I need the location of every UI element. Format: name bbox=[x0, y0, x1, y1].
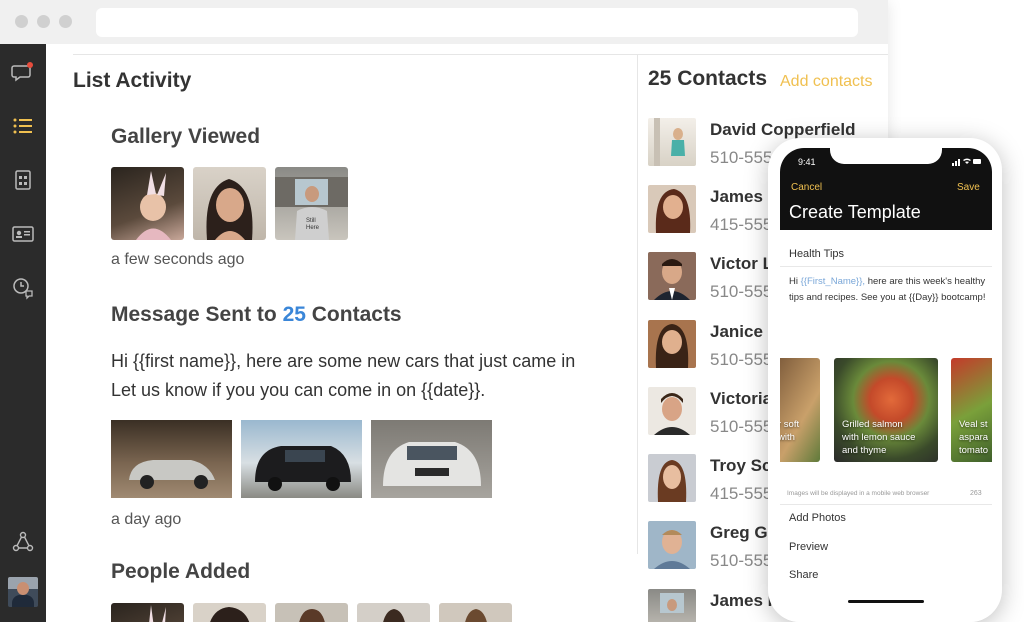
browser-window: List Activity Gallery Viewed Still Here a… bbox=[0, 0, 888, 622]
contact-photo bbox=[648, 589, 696, 622]
car-photo-2[interactable] bbox=[241, 420, 362, 498]
message-line-1: Hi {{first name}}, here are some new car… bbox=[111, 351, 576, 371]
message-title-suffix: Contacts bbox=[311, 303, 402, 326]
contact-photo bbox=[648, 387, 696, 435]
contact-card-icon[interactable] bbox=[11, 222, 35, 246]
window-maximize-dot[interactable] bbox=[59, 15, 72, 28]
add-contacts-link[interactable]: Add contacts bbox=[780, 73, 873, 91]
contact-phone: 510-555 bbox=[710, 282, 773, 301]
template-name-field[interactable]: Health Tips bbox=[789, 248, 844, 260]
gallery-thumb-3[interactable]: Still Here bbox=[275, 167, 348, 240]
column-divider bbox=[637, 54, 638, 554]
message-contact-count[interactable]: 25 bbox=[283, 303, 306, 326]
people-thumb-3[interactable] bbox=[275, 603, 348, 622]
character-count: 263 bbox=[970, 490, 982, 497]
template-body-text[interactable]: Hi {{First_Name}}, here are this week's … bbox=[789, 274, 989, 306]
menu-separator bbox=[780, 504, 992, 505]
people-thumb-1[interactable] bbox=[111, 603, 184, 622]
url-bar[interactable] bbox=[96, 8, 858, 37]
contacts-count-title: 25 Contacts bbox=[648, 67, 768, 90]
contact-phone: 510-555 bbox=[710, 350, 773, 369]
user-avatar[interactable] bbox=[8, 577, 38, 607]
phone-notch bbox=[830, 148, 942, 164]
contact-photo bbox=[648, 252, 696, 300]
contact-photo bbox=[648, 118, 696, 166]
phone-status-icons bbox=[952, 157, 982, 168]
add-photos-button[interactable]: Add Photos bbox=[789, 512, 846, 524]
people-added-title: People Added bbox=[111, 560, 251, 583]
list-icon[interactable] bbox=[11, 114, 35, 138]
food-caption-3: Veal st aspara tomato bbox=[959, 419, 989, 456]
chat-notification-icon[interactable] bbox=[11, 60, 35, 84]
signal-wifi-battery-icon bbox=[952, 158, 981, 166]
food-photo-2[interactable]: Grilled salmon with lemon sauce and thym… bbox=[834, 358, 938, 462]
people-thumb-5[interactable] bbox=[439, 603, 512, 622]
phone-screen-title: Create Template bbox=[789, 202, 921, 222]
body-greeting: Hi bbox=[789, 276, 798, 287]
gallery-timestamp: a few seconds ago bbox=[111, 251, 245, 268]
svg-text:Still: Still bbox=[306, 218, 316, 224]
message-timestamp: a day ago bbox=[111, 511, 182, 528]
home-indicator[interactable] bbox=[848, 600, 924, 603]
message-title-prefix: Message Sent to bbox=[111, 303, 277, 326]
contact-phone: 510-555 bbox=[710, 417, 773, 436]
contact-photo bbox=[648, 454, 696, 502]
gallery-thumb-2[interactable] bbox=[193, 167, 266, 240]
share-button[interactable]: Share bbox=[789, 569, 818, 581]
contact-name: Victoria bbox=[710, 389, 773, 408]
food-caption-2: Grilled salmon with lemon sauce and thym… bbox=[842, 419, 916, 456]
first-name-token[interactable]: {{First_Name}}, bbox=[801, 276, 865, 287]
gallery-thumb-1[interactable] bbox=[111, 167, 184, 240]
phone-header: 9:41 Cancel Save Create Template bbox=[780, 148, 992, 230]
window-close-dot[interactable] bbox=[15, 15, 28, 28]
window-minimize-dot[interactable] bbox=[37, 15, 50, 28]
contact-photo bbox=[648, 185, 696, 233]
image-display-note: Images will be displayed in a mobile web… bbox=[787, 490, 930, 497]
food-photo-3[interactable]: Veal st aspara tomato bbox=[951, 358, 992, 462]
save-button[interactable]: Save bbox=[957, 182, 980, 193]
message-body: Hi {{first name}}, here are some new car… bbox=[111, 347, 575, 405]
svg-text:Here: Here bbox=[306, 225, 320, 231]
preview-button[interactable]: Preview bbox=[789, 541, 828, 553]
contact-name: Victor L bbox=[710, 254, 773, 273]
mobile-phone-mockup: 9:41 Cancel Save Create Template Health … bbox=[768, 138, 1002, 622]
sidebar bbox=[0, 44, 46, 622]
message-line-2: Let us know if you you can come in on {{… bbox=[111, 380, 486, 400]
contact-phone: 510-555 bbox=[710, 551, 773, 570]
field-separator bbox=[780, 266, 992, 267]
scheduled-message-icon[interactable] bbox=[11, 276, 35, 300]
contact-photo bbox=[648, 521, 696, 569]
contact-photo bbox=[648, 320, 696, 368]
people-thumb-2[interactable] bbox=[193, 603, 266, 622]
message-sent-title: Message Sent to 25 Contacts bbox=[111, 303, 402, 327]
contact-phone: 510-555 bbox=[710, 148, 773, 167]
page-title: List Activity bbox=[73, 69, 192, 92]
contact-name: David Copperfield bbox=[710, 120, 856, 139]
contact-phone: 415-555 bbox=[710, 484, 773, 503]
car-photo-3[interactable] bbox=[371, 420, 492, 498]
header-divider bbox=[73, 54, 888, 55]
phone-screen: 9:41 Cancel Save Create Template Health … bbox=[780, 148, 992, 622]
phone-clock: 9:41 bbox=[798, 157, 816, 167]
cancel-button[interactable]: Cancel bbox=[791, 182, 822, 193]
food-caption-1: r soft with bbox=[780, 419, 800, 443]
car-photo-1[interactable] bbox=[111, 420, 232, 498]
document-icon[interactable] bbox=[11, 168, 35, 192]
gallery-viewed-title: Gallery Viewed bbox=[111, 125, 261, 148]
contact-phone: 415-555 bbox=[710, 215, 773, 234]
network-icon[interactable] bbox=[11, 530, 35, 554]
food-photo-1[interactable]: r soft with bbox=[780, 358, 820, 462]
browser-titlebar bbox=[0, 0, 888, 44]
people-thumb-4[interactable] bbox=[357, 603, 430, 622]
